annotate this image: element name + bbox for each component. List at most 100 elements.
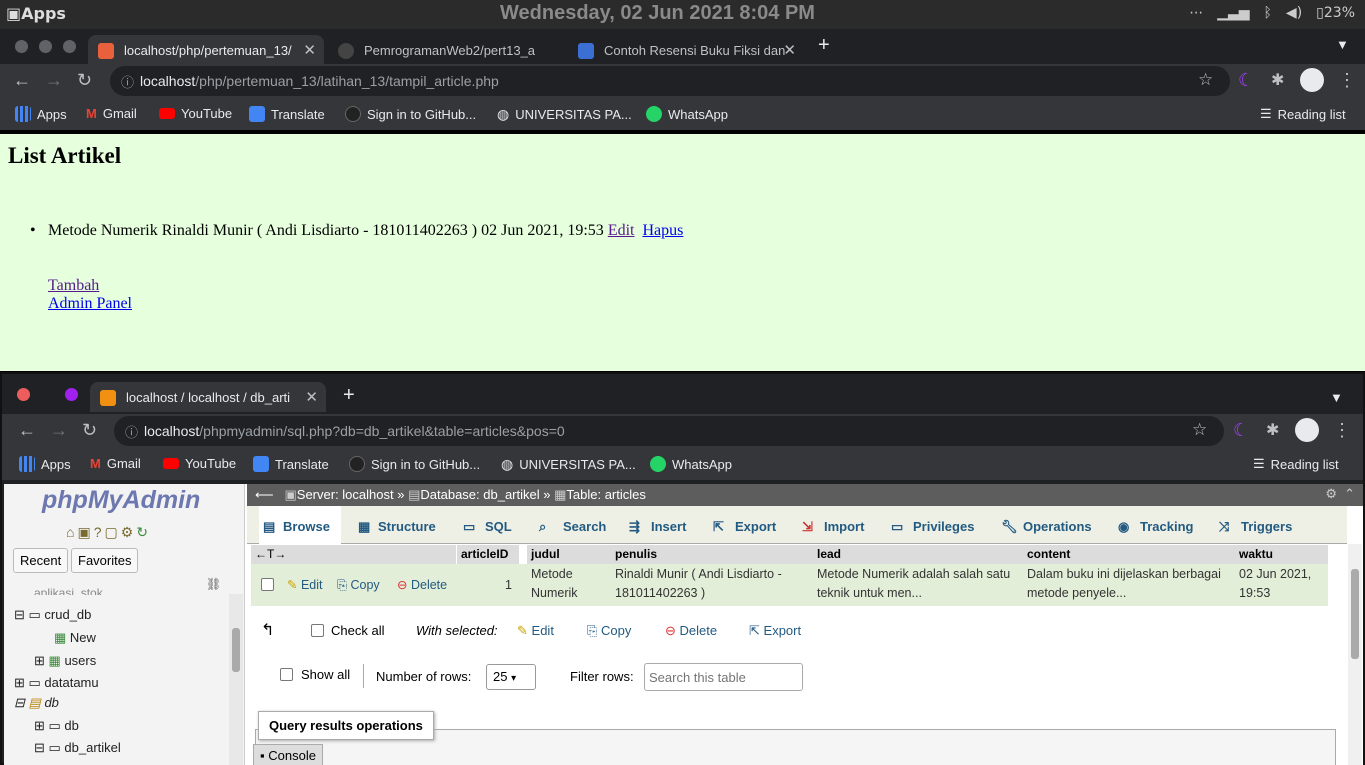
column-header-judul[interactable]: judul xyxy=(527,545,611,564)
column-header-lead[interactable]: lead xyxy=(813,545,1023,564)
show-all-label[interactable]: Show all xyxy=(301,667,350,682)
bookmark-apps[interactable]: Apps xyxy=(15,106,67,122)
close-icon[interactable]: ✕ xyxy=(303,41,316,59)
main-scrollbar-thumb[interactable] xyxy=(1351,569,1359,659)
new-tab-button[interactable]: + xyxy=(343,384,355,407)
back-icon[interactable]: ← xyxy=(13,70,31,91)
close-icon[interactable]: ✕ xyxy=(305,388,318,406)
os-apps-menu[interactable]: ▣Apps xyxy=(6,4,66,23)
forward-icon[interactable]: → xyxy=(50,420,68,441)
breadcrumb-database[interactable]: Database: db_artikel xyxy=(420,487,539,502)
settings-icon[interactable]: ⚙ xyxy=(1325,486,1337,502)
check-all-checkbox[interactable] xyxy=(311,624,324,637)
bookmark-universitas[interactable]: ◍ UNIVERSITAS PA... xyxy=(497,106,632,123)
collapse-top-icon[interactable]: ⌃ xyxy=(1344,486,1355,502)
info-icon[interactable]: ⓘ xyxy=(125,422,138,441)
tab-resensi[interactable]: Contoh Resensi Buku Fiksi dan ✕ xyxy=(568,35,804,65)
dark-reader-icon[interactable]: ☾ xyxy=(1233,420,1249,441)
tree-item-crud-db[interactable]: ⊟ ▭ crud_db xyxy=(14,607,91,623)
reading-list-button[interactable]: ☰ Reading list xyxy=(1253,456,1339,472)
bookmark-gmail[interactable]: M Gmail xyxy=(86,106,137,121)
help-icon[interactable]: ? xyxy=(94,524,105,540)
tree-item-db[interactable]: ⊞ ▭ db xyxy=(34,718,79,734)
nav-scrollbar-thumb[interactable] xyxy=(232,628,240,672)
favorites-button[interactable]: Favorites xyxy=(71,548,139,573)
num-rows-select[interactable]: 25 ▾ xyxy=(486,664,536,690)
link-icon[interactable]: ⛓ xyxy=(206,577,221,591)
bookmark-apps[interactable]: Apps xyxy=(19,456,71,472)
window-close-button[interactable] xyxy=(17,388,30,401)
tab-import[interactable]: ⇲ Import xyxy=(798,506,864,543)
tab-localhost-article[interactable]: localhost/php/pertemuan_13/ ✕ xyxy=(88,35,324,65)
info-icon[interactable]: ⓘ xyxy=(121,72,134,91)
tree-item-db-artikel[interactable]: ⊟ ▭ db_artikel xyxy=(34,740,121,756)
bookmark-whatsapp[interactable]: WhatsApp xyxy=(650,456,732,472)
column-header-content[interactable]: content xyxy=(1023,545,1235,564)
tree-item-new[interactable]: ▦ New xyxy=(54,630,96,646)
bookmark-github[interactable]: Sign in to GitHub... xyxy=(345,106,476,122)
window-status-dot[interactable] xyxy=(65,388,78,401)
back-icon[interactable]: ← xyxy=(18,420,36,441)
home-icon[interactable]: ⌂ xyxy=(66,524,77,540)
tab-browse[interactable]: ▤ Browse xyxy=(259,506,341,544)
tab-export[interactable]: ⇱ Export xyxy=(709,506,776,543)
tree-item-datatamu[interactable]: ⊞ ▭ datatamu xyxy=(14,675,99,691)
tab-phpmyadmin[interactable]: localhost / localhost / db_arti ✕ xyxy=(90,382,326,412)
signal-icon[interactable]: ▁▃▅ xyxy=(1217,5,1249,21)
cell-waktu[interactable]: 02 Jun 2021, 19:53 xyxy=(1239,565,1329,603)
tab-operations[interactable]: 🔧︎ Operations xyxy=(997,506,1092,543)
tab-insert[interactable]: ⇶ Insert xyxy=(625,506,686,543)
address-bar[interactable]: ⓘ localhost/phpmyadmin/sql.php?db=db_art… xyxy=(114,416,1224,446)
extensions-icon[interactable]: ✱ xyxy=(1266,420,1279,440)
new-tab-button[interactable]: + xyxy=(818,34,830,57)
tab-tracking[interactable]: ◉ Tracking xyxy=(1114,506,1193,543)
column-header-penulis[interactable]: penulis xyxy=(611,545,813,564)
console-toggle[interactable]: ▪ Console xyxy=(253,744,323,765)
dark-reader-icon[interactable]: ☾ xyxy=(1238,70,1254,91)
star-icon[interactable]: ☆ xyxy=(1198,70,1213,90)
article-hapus-link[interactable]: Hapus xyxy=(642,222,683,239)
star-icon[interactable]: ☆ xyxy=(1192,420,1207,440)
close-icon[interactable]: ✕ xyxy=(783,41,796,59)
docs-icon[interactable]: ▢ xyxy=(105,524,121,540)
bookmark-universitas[interactable]: ◍ UNIVERSITAS PA... xyxy=(501,456,636,473)
address-bar[interactable]: ⓘ localhost/php/pertemuan_13/latihan_13/… xyxy=(110,66,1230,96)
admin-panel-link[interactable]: Admin Panel xyxy=(48,295,132,313)
tab-sql[interactable]: ▭ SQL xyxy=(459,506,512,543)
more-icon[interactable]: ⋯ xyxy=(1189,5,1203,21)
tambah-link[interactable]: Tambah xyxy=(48,277,99,295)
cell-lead[interactable]: Metode Numerik adalah salah satu teknik … xyxy=(817,565,1027,603)
article-edit-link[interactable]: Edit xyxy=(608,222,635,239)
column-header-waktu[interactable]: waktu xyxy=(1235,545,1328,564)
volume-icon[interactable]: ◀) xyxy=(1286,5,1302,21)
cell-articleid[interactable]: 1 xyxy=(505,576,512,595)
bluetooth-icon[interactable]: ᛒ xyxy=(1264,5,1272,21)
bulk-copy-button[interactable]: ⎘ Copy xyxy=(587,623,631,639)
tree-item-db-group[interactable]: ⊟ ▤ db xyxy=(14,695,59,711)
bookmark-youtube[interactable]: YouTube xyxy=(163,456,236,471)
forward-icon[interactable]: → xyxy=(45,70,63,91)
menu-icon[interactable]: ⋮ xyxy=(1333,420,1351,441)
exit-icon[interactable]: ▣ xyxy=(77,524,93,540)
tree-item-aplikasi-stok[interactable]: aplikasi_stok xyxy=(34,586,103,595)
profile-icon[interactable] xyxy=(1295,418,1319,442)
tree-item-users[interactable]: ⊞ ▦ users xyxy=(34,653,96,669)
column-header-articleid[interactable]: articleID xyxy=(457,545,519,564)
filter-rows-input[interactable] xyxy=(644,663,803,691)
window-minimize-button[interactable] xyxy=(39,40,52,53)
show-all-checkbox[interactable] xyxy=(280,668,293,681)
menu-icon[interactable]: ⋮ xyxy=(1338,70,1356,91)
bookmark-youtube[interactable]: YouTube xyxy=(159,106,232,121)
tab-search[interactable]: ⌕ Search xyxy=(535,506,606,543)
bulk-delete-button[interactable]: ⊖ Delete xyxy=(665,623,717,639)
collapse-icon[interactable]: ⟵ xyxy=(255,487,274,502)
profile-icon[interactable] xyxy=(1300,68,1324,92)
tab-search-icon[interactable]: ▼ xyxy=(1336,37,1349,52)
breadcrumb-table[interactable]: Table: articles xyxy=(566,487,645,502)
bulk-edit-button[interactable]: ✎ Edit xyxy=(517,623,554,639)
row-delete-button[interactable]: ⊖ Delete xyxy=(397,576,447,595)
row-checkbox[interactable] xyxy=(261,578,274,591)
column-sort-arrows[interactable]: ←T→ xyxy=(251,545,456,564)
tab-privileges[interactable]: ▭ Privileges xyxy=(887,506,974,543)
cell-judul[interactable]: Metode Numerik xyxy=(531,565,601,603)
